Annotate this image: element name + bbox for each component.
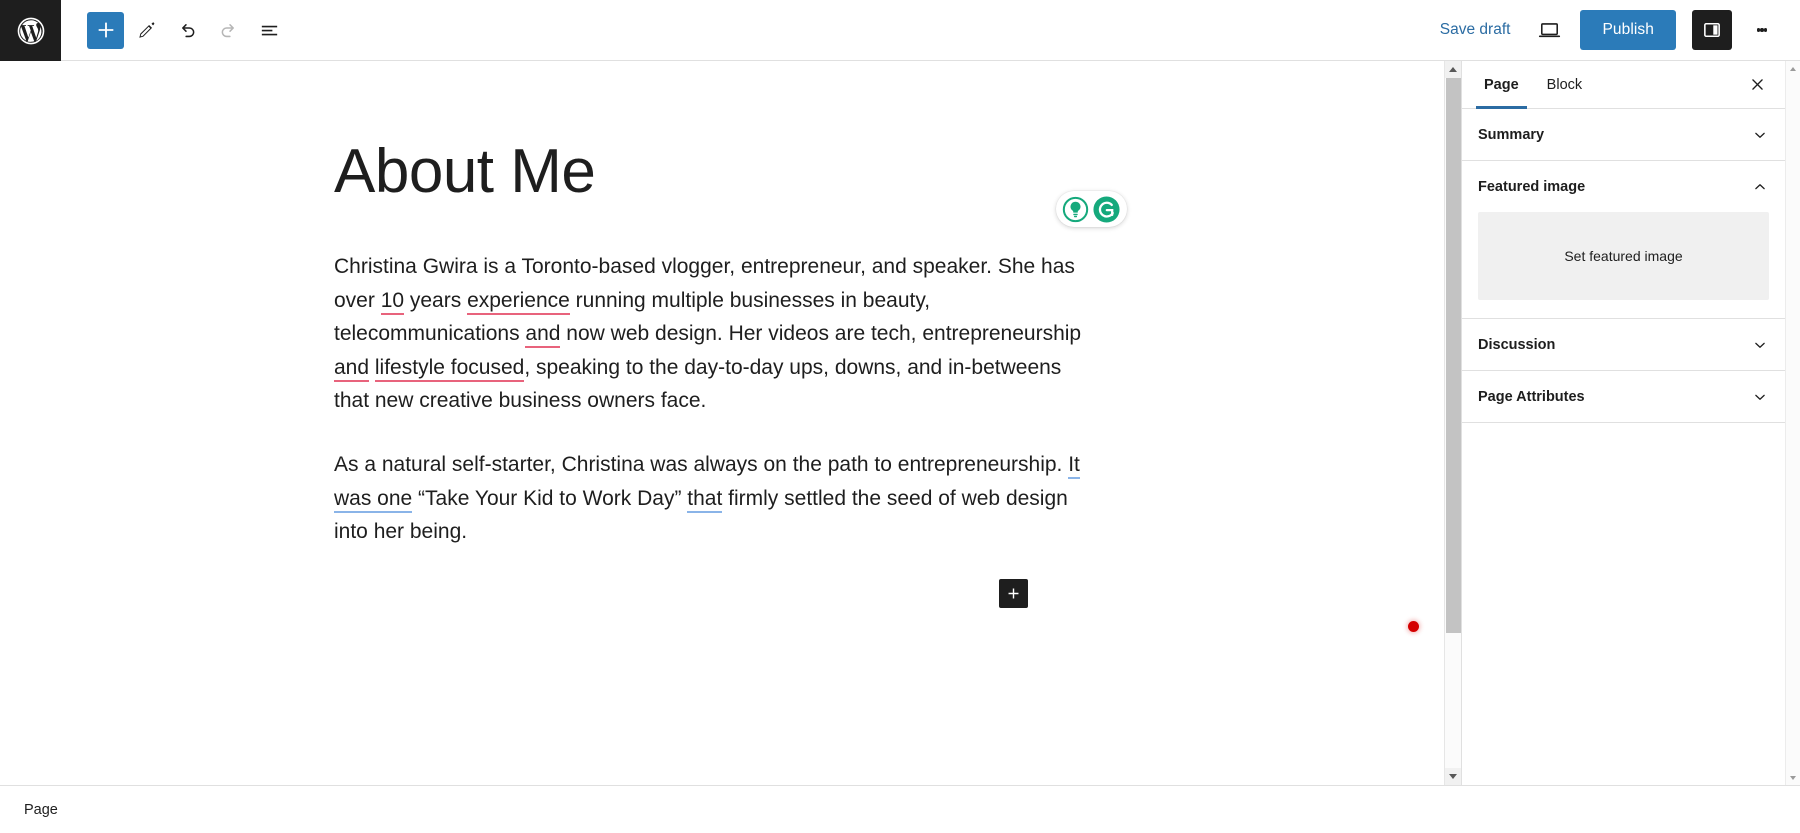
- chevron-down-icon[interactable]: [1751, 336, 1769, 354]
- sidebar-tabs: Page Block: [1462, 61, 1785, 109]
- settings-sidebar: Page Block Summary: [1461, 61, 1785, 785]
- sidebar-scroll-down-arrow-icon[interactable]: [1786, 770, 1800, 785]
- panel-discussion-header[interactable]: Discussion: [1462, 319, 1785, 370]
- clarity-suggestion-underline[interactable]: that: [687, 487, 722, 513]
- panel-summary-title: Summary: [1478, 127, 1544, 143]
- wordpress-block-editor: Save draft Publish: [0, 0, 1800, 833]
- paragraph-block-1[interactable]: Christina Gwira is a Toronto-based vlogg…: [334, 250, 1089, 418]
- grammarly-g-icon[interactable]: [1092, 195, 1121, 224]
- canvas-scrollbar[interactable]: [1444, 61, 1461, 785]
- panel-page-attributes: Page Attributes: [1462, 371, 1785, 423]
- panel-featured-image-body: Set featured image: [1462, 212, 1785, 318]
- grammar-suggestion-underline[interactable]: 10: [381, 289, 404, 315]
- panel-featured-image-header[interactable]: Featured image: [1462, 161, 1785, 212]
- editor-toolbar: Save draft Publish: [0, 0, 1800, 61]
- edit-mode-pencil-button[interactable]: [128, 12, 165, 49]
- panel-featured-image-title: Featured image: [1478, 179, 1585, 195]
- sidebar-empty-area: [1462, 423, 1785, 785]
- scroll-up-arrow-icon[interactable]: [1445, 61, 1462, 78]
- sidebar-panel-icon[interactable]: [1692, 10, 1732, 50]
- scroll-down-arrow-icon[interactable]: [1445, 768, 1462, 785]
- red-dot-marker: [1408, 621, 1419, 632]
- list-view-button[interactable]: [251, 12, 288, 49]
- canvas-scroll-region: About Me Christina Gwira is a Toronto-ba…: [0, 61, 1444, 785]
- panel-page-attributes-title: Page Attributes: [1478, 389, 1585, 405]
- editor-body: About Me Christina Gwira is a Toronto-ba…: [0, 61, 1800, 785]
- chevron-down-icon[interactable]: [1751, 126, 1769, 144]
- toolbar-spacer: [288, 0, 1426, 60]
- grammar-suggestion-underline[interactable]: experience: [467, 289, 570, 315]
- panel-featured-image: Featured image Set featured image: [1462, 161, 1785, 319]
- redo-button[interactable]: [210, 12, 247, 49]
- panel-page-attributes-header[interactable]: Page Attributes: [1462, 371, 1785, 422]
- wordpress-logo-icon[interactable]: [0, 0, 61, 61]
- add-block-button[interactable]: [87, 12, 124, 49]
- sidebar-scrollbar[interactable]: [1785, 61, 1800, 785]
- grammar-suggestion-underline[interactable]: lifestyle focused: [375, 356, 524, 382]
- tab-block[interactable]: Block: [1533, 61, 1596, 108]
- preview-laptop-icon[interactable]: [1528, 10, 1570, 50]
- chevron-up-icon[interactable]: [1751, 178, 1769, 196]
- publish-button[interactable]: Publish: [1580, 10, 1676, 50]
- tab-page[interactable]: Page: [1470, 61, 1533, 108]
- chevron-down-icon[interactable]: [1751, 388, 1769, 406]
- grammarly-badge[interactable]: [1056, 191, 1127, 227]
- paragraph-block-2[interactable]: As a natural self-starter, Christina was…: [334, 448, 1089, 549]
- set-featured-image-button[interactable]: Set featured image: [1478, 212, 1769, 300]
- panel-summary-header[interactable]: Summary: [1462, 109, 1785, 160]
- scrollbar-track[interactable]: [1445, 78, 1462, 768]
- kebab-menu-icon[interactable]: [1742, 10, 1782, 50]
- panel-discussion-title: Discussion: [1478, 337, 1555, 353]
- editor-canvas[interactable]: About Me Christina Gwira is a Toronto-ba…: [0, 61, 1444, 785]
- page-title-input[interactable]: About Me: [334, 139, 1094, 206]
- save-draft-button[interactable]: Save draft: [1426, 13, 1525, 47]
- undo-button[interactable]: [169, 12, 206, 49]
- close-x-icon[interactable]: [1737, 61, 1777, 108]
- grammar-suggestion-underline[interactable]: and: [334, 356, 369, 382]
- toolbar-left-group: [61, 0, 288, 60]
- scrollbar-thumb[interactable]: [1446, 78, 1461, 633]
- panel-summary: Summary: [1462, 109, 1785, 161]
- toolbar-right-group: Save draft Publish: [1426, 0, 1800, 60]
- status-breadcrumb-page[interactable]: Page: [24, 802, 58, 818]
- content-column: About Me Christina Gwira is a Toronto-ba…: [334, 61, 1094, 549]
- grammar-suggestion-underline[interactable]: and: [525, 322, 560, 348]
- sidebar-scroll-up-arrow-icon[interactable]: [1786, 61, 1800, 76]
- panel-discussion: Discussion: [1462, 319, 1785, 371]
- status-bar: Page: [0, 785, 1800, 833]
- tabs-spacer: [1596, 61, 1737, 108]
- append-block-button[interactable]: [999, 579, 1028, 608]
- lightbulb-icon[interactable]: [1062, 196, 1089, 223]
